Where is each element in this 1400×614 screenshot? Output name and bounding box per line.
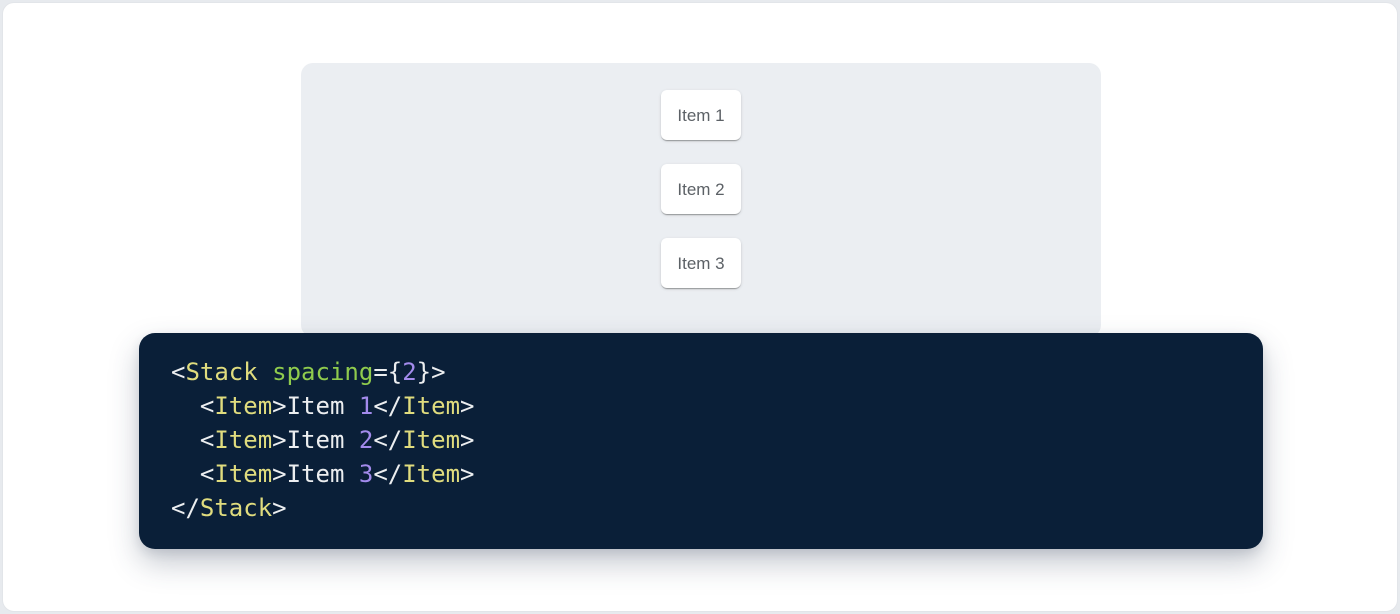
code-line: <Stack spacing={2}>: [171, 355, 1231, 389]
stack-demo: Item 1 Item 2 Item 3: [301, 63, 1101, 288]
code-token: Item: [402, 460, 460, 488]
code-token: 2: [402, 358, 416, 386]
stack-item: Item 3: [661, 238, 741, 288]
code-token: >: [272, 426, 286, 454]
code-token: 3: [359, 460, 373, 488]
code-token: >: [272, 460, 286, 488]
code-content: <Stack spacing={2}> <Item>Item 1</Item> …: [171, 355, 1231, 525]
demo-panel: Item 1 Item 2 Item 3: [301, 63, 1101, 337]
code-token: <: [171, 426, 214, 454]
code-token: spacing: [272, 358, 373, 386]
page-card: Item 1Item 2Item 3 <Stack spacing={2}> <…: [2, 2, 1398, 612]
code-token: >: [460, 392, 474, 420]
code-token: >: [272, 392, 286, 420]
code-token: Item: [402, 426, 460, 454]
code-line: <Item>Item 1</Item>: [171, 389, 1231, 423]
code-token: >: [460, 426, 474, 454]
code-block: <Stack spacing={2}> <Item>Item 1</Item> …: [139, 333, 1263, 549]
code-token: <: [171, 358, 185, 386]
code-token: </: [373, 426, 402, 454]
code-token: Item: [402, 392, 460, 420]
code-token: Item: [214, 426, 272, 454]
code-line: </Stack>: [171, 491, 1231, 525]
code-token: Item: [214, 460, 272, 488]
code-token: Item: [214, 392, 272, 420]
code-token: >: [272, 494, 286, 522]
code-token: Item: [287, 426, 359, 454]
code-token: </: [373, 460, 402, 488]
code-line: <Item>Item 2</Item>: [171, 423, 1231, 457]
code-token: 2: [359, 426, 373, 454]
code-token: <: [171, 392, 214, 420]
code-token: }>: [417, 358, 446, 386]
stage: Item 1Item 2Item 3 <Stack spacing={2}> <…: [0, 0, 1400, 614]
code-token: 1: [359, 392, 373, 420]
code-token: [258, 358, 272, 386]
code-token: >: [460, 460, 474, 488]
code-line: <Item>Item 3</Item>: [171, 457, 1231, 491]
code-token: </: [171, 494, 200, 522]
code-token: Item: [287, 392, 359, 420]
code-token: ={: [373, 358, 402, 386]
code-token: Stack: [200, 494, 272, 522]
stack-item: Item 2: [661, 164, 741, 214]
code-token: Item: [287, 460, 359, 488]
code-token: </: [373, 392, 402, 420]
stack-item: Item 1: [661, 90, 741, 140]
code-token: Stack: [185, 358, 257, 386]
code-token: <: [171, 460, 214, 488]
